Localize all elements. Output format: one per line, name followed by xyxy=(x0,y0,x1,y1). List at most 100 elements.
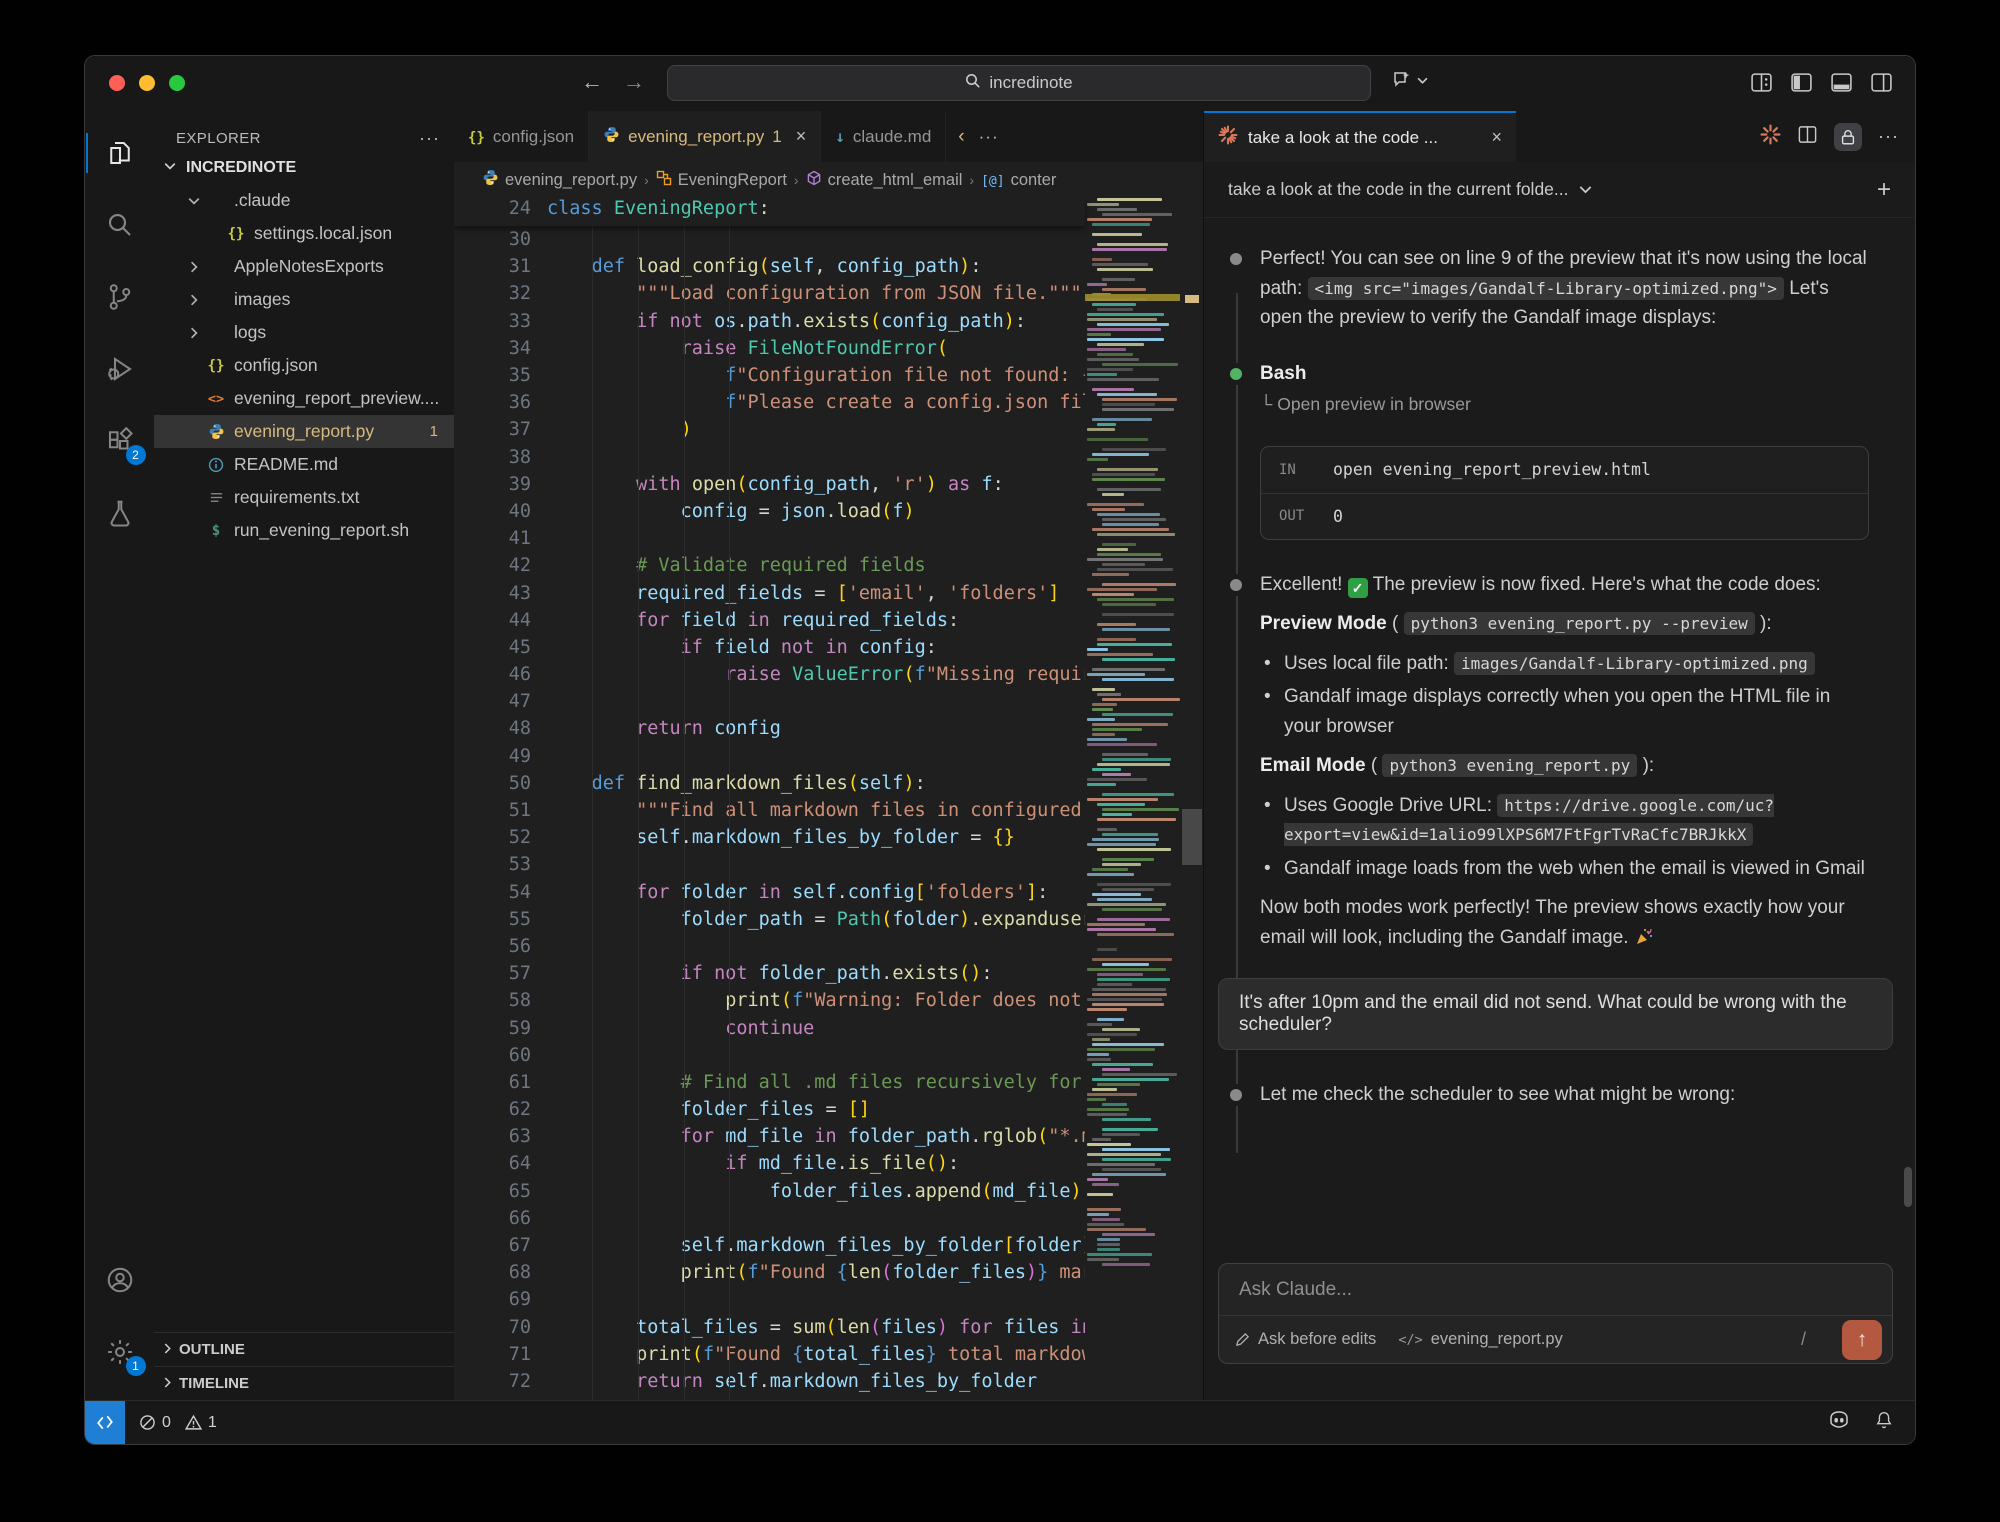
command-center-search[interactable]: incredinote xyxy=(667,65,1371,101)
explorer-icon[interactable] xyxy=(96,129,144,177)
workspace-root[interactable]: INCREDINOTE xyxy=(154,151,454,184)
code-line: 45 if field not in config: xyxy=(454,634,1085,661)
minimize-window-button[interactable] xyxy=(139,75,155,91)
file-tree-item[interactable]: <>evening_report_preview.... xyxy=(154,382,454,415)
code-line: 64 if md_file.is_file(): xyxy=(454,1150,1085,1177)
customize-layout-icon[interactable] xyxy=(1750,71,1773,94)
run-debug-icon[interactable] xyxy=(96,345,144,393)
timeline-section[interactable]: TIMELINE xyxy=(154,1366,454,1400)
copilot-chat-button[interactable] xyxy=(1391,69,1428,91)
explorer-more-icon[interactable]: ··· xyxy=(419,128,440,149)
back-button[interactable]: ← xyxy=(577,69,607,95)
close-icon[interactable]: × xyxy=(796,126,807,147)
tool-input-row: INopen evening_report_preview.html xyxy=(1261,447,1868,493)
code-line: 71 print(f"Found {total_files} total mar… xyxy=(454,1341,1085,1368)
txt-file-icon xyxy=(204,490,228,505)
sticky-scroll-line[interactable]: 24 class EveningReport: xyxy=(454,198,1085,226)
tool-io-card[interactable]: INopen evening_report_preview.htmlOUT0 xyxy=(1260,446,1869,540)
file-tree-item[interactable]: logs xyxy=(154,316,454,349)
breadcrumb-item[interactable]: [@]conter xyxy=(981,171,1056,190)
toggle-secondary-sidebar-icon[interactable] xyxy=(1870,71,1893,94)
assistant-list: Uses local file path: images/Gandalf-Lib… xyxy=(1204,649,1915,742)
file-name: AppleNotesExports xyxy=(234,256,384,277)
session-header[interactable]: take a look at the code in the current f… xyxy=(1204,162,1915,218)
new-session-button[interactable]: + xyxy=(1877,176,1891,204)
account-icon[interactable] xyxy=(96,1256,144,1304)
code-line: 65 folder_files.append(md_file) xyxy=(454,1178,1085,1205)
remote-indicator[interactable] xyxy=(85,1401,125,1444)
toggle-primary-sidebar-icon[interactable] xyxy=(1790,71,1813,94)
editor-tab-config.json[interactable]: {}config.json xyxy=(454,111,589,162)
file-tree-item[interactable]: .claude xyxy=(154,184,454,217)
code-line: 31 def load_config(self, config_path): xyxy=(454,253,1085,280)
breadcrumb[interactable]: evening_report.py›EveningReport›create_h… xyxy=(454,162,1203,198)
warnings-icon xyxy=(185,1414,202,1431)
code-line: 72 return self.markdown_files_by_folder xyxy=(454,1368,1085,1395)
misc-symbol-icon: [@] xyxy=(981,171,1004,190)
file-tree-item[interactable]: requirements.txt xyxy=(154,481,454,514)
editor-scrollbar[interactable] xyxy=(1180,198,1203,1400)
chevron-right-icon xyxy=(184,294,204,306)
toggle-panel-icon[interactable] xyxy=(1830,71,1853,94)
claude-starburst-icon[interactable] xyxy=(1760,124,1781,150)
chat-input-placeholder[interactable]: Ask Claude... xyxy=(1219,1264,1892,1315)
errors-icon xyxy=(139,1414,156,1431)
file-tree-item[interactable]: {}settings.local.json xyxy=(154,217,454,250)
close-icon[interactable]: × xyxy=(1491,127,1502,148)
breadcrumb-item[interactable]: create_html_email xyxy=(806,170,963,191)
breadcrumb-item[interactable]: EveningReport xyxy=(656,170,787,191)
file-tree-item[interactable]: $run_evening_report.sh xyxy=(154,514,454,547)
chevron-down-icon xyxy=(184,195,204,207)
file-tree-item[interactable]: {}config.json xyxy=(154,349,454,382)
split-editor-icon[interactable] xyxy=(1797,124,1818,150)
breadcrumb-item[interactable]: evening_report.py xyxy=(482,169,637,191)
more-actions-icon[interactable]: ··· xyxy=(1878,126,1899,147)
edit-mode-toggle[interactable]: Ask before edits xyxy=(1235,1330,1376,1349)
chat-scrollbar-thumb[interactable] xyxy=(1904,1167,1912,1207)
close-window-button[interactable] xyxy=(109,75,125,91)
file-tree-item[interactable]: images xyxy=(154,283,454,316)
tool-use-block: Bash└ Open preview in browser xyxy=(1204,359,1915,420)
code-line: 49 xyxy=(454,743,1085,770)
claude-chat-tab[interactable]: take a look at the code ... × xyxy=(1204,111,1516,162)
extensions-icon[interactable]: 2 xyxy=(96,417,144,465)
search-sidebar-icon[interactable] xyxy=(96,201,144,249)
chat-input[interactable]: Ask Claude... Ask before edits </> eveni… xyxy=(1218,1263,1893,1364)
code-editor[interactable]: 24 class EveningReport: 3031 def load_co… xyxy=(454,198,1203,1400)
scrollbar-thumb[interactable] xyxy=(1182,809,1202,865)
vscode-window: ← → incredinote xyxy=(84,55,1916,1445)
assistant-list: Uses Google Drive URL: https://drive.goo… xyxy=(1204,791,1915,884)
file-tree-item[interactable]: AppleNotesExports xyxy=(154,250,454,283)
editor-tab-evening_report.py[interactable]: evening_report.py1× xyxy=(589,111,821,162)
lock-icon[interactable] xyxy=(1834,123,1862,151)
context-file-chip[interactable]: </> evening_report.py xyxy=(1398,1330,1562,1349)
slash-command-hint[interactable]: / xyxy=(1801,1329,1806,1350)
code-line: 34 raise FileNotFoundError( xyxy=(454,335,1085,362)
code-line: 44 for field in required_fields: xyxy=(454,607,1085,634)
turn-dot xyxy=(1230,579,1242,591)
outline-section[interactable]: OUTLINE xyxy=(154,1332,454,1366)
json-file-icon: {} xyxy=(468,127,485,147)
settings-gear-icon[interactable]: 1 xyxy=(96,1328,144,1376)
file-tree-item[interactable]: evening_report.py1 xyxy=(154,415,454,448)
testing-icon[interactable] xyxy=(96,489,144,537)
forward-button[interactable]: → xyxy=(619,69,649,95)
problems-status[interactable]: 0 1 xyxy=(139,1414,217,1432)
zoom-window-button[interactable] xyxy=(169,75,185,91)
scroll-tabs-left-icon[interactable]: ‹ xyxy=(958,126,964,148)
file-tree-item[interactable]: README.md xyxy=(154,448,454,481)
source-control-icon[interactable] xyxy=(96,273,144,321)
copilot-status-icon[interactable] xyxy=(1827,1408,1851,1437)
code-line: 47 xyxy=(454,688,1085,715)
chevron-right-icon xyxy=(184,327,204,339)
tab-problems-badge: 1 xyxy=(772,127,781,147)
send-button[interactable]: ↑ xyxy=(1842,1320,1882,1360)
notifications-bell-icon[interactable] xyxy=(1873,1409,1895,1436)
minimap[interactable] xyxy=(1085,198,1180,1400)
editor-tab-claude.md[interactable]: ↓claude.md xyxy=(821,111,946,162)
more-tabs-icon[interactable]: ··· xyxy=(979,127,999,147)
list-item: Gandalf image loads from the web when th… xyxy=(1260,854,1869,884)
explorer-title: EXPLORER xyxy=(176,130,261,147)
code-line: 48 return config xyxy=(454,715,1085,742)
class-symbol-icon xyxy=(656,170,672,191)
